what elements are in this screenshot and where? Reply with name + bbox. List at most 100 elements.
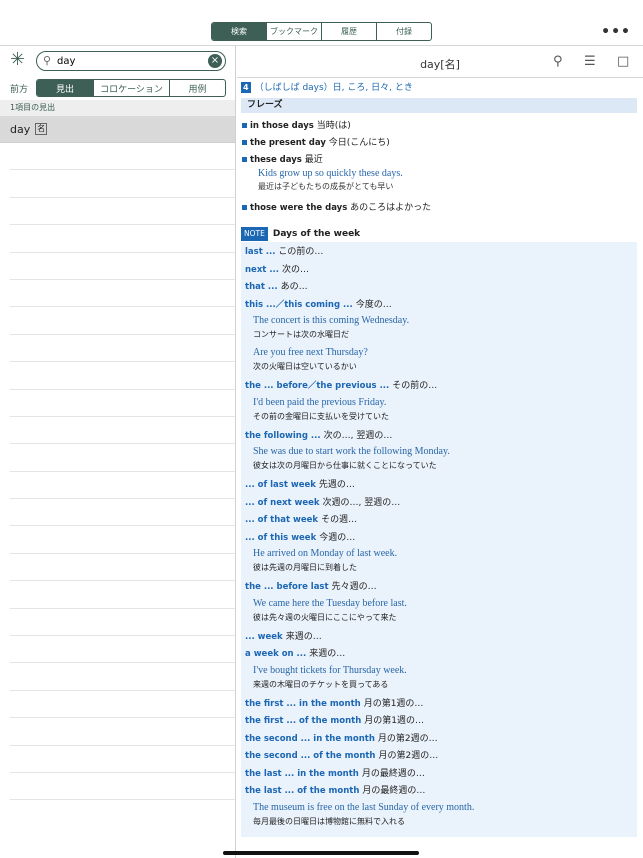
note-jp: 先々週の… [331, 582, 377, 592]
note-jp: 月の最終週の… [362, 786, 426, 796]
empty-row [10, 746, 235, 773]
note-item[interactable]: a week on ... 来週の… [245, 646, 633, 664]
note-example-jp: コンサートは次の水曜日だ [253, 330, 349, 339]
empty-row [10, 691, 235, 719]
note-key: ... of last week [245, 480, 316, 490]
mode-headword[interactable]: 見出 [37, 80, 93, 96]
top-bar: 検索 ブックマーク 履歴 付録 ••• [0, 0, 643, 46]
note-key: the second ... of the month [245, 751, 376, 761]
note-item[interactable]: next ... 次の… [245, 262, 633, 280]
note-jp: この前の… [278, 247, 324, 257]
note-item[interactable]: this ...／this coming ... 今度の… [245, 297, 633, 315]
entry-header: day[名] ⚲ ☰ □ [237, 46, 643, 78]
match-mode-label[interactable]: 前方 [10, 82, 28, 95]
note-item[interactable]: the last ... in the month 月の最終週の… [245, 766, 633, 784]
note-item[interactable]: the first ... in the month 月の第1週の… [245, 696, 633, 714]
note-jp: 先週の… [318, 480, 355, 490]
note-item[interactable]: that ... あの… [245, 279, 633, 297]
note-example-jp: 彼女は次の月曜日から仕事に就くことになっていた [253, 461, 437, 470]
phrase-item[interactable]: these days 最近 [242, 153, 637, 167]
note-example: We came here the Tuesday before last. 彼は先… [253, 597, 633, 624]
note-item[interactable]: the ... before／the previous ... その前の… [245, 378, 633, 396]
note-example: She was due to start work the following … [253, 445, 633, 472]
note-item[interactable]: the first ... of the month 月の第1週の… [245, 713, 633, 731]
empty-row [10, 554, 235, 582]
pos-badge: 名 [35, 123, 48, 135]
note-title: Days of the week [272, 229, 361, 239]
empty-row [10, 417, 235, 445]
note-example-en: She was due to start work the following … [253, 446, 450, 457]
bullet-icon [242, 205, 247, 210]
note-example: I'd been paid the previous Friday. その前の金曜… [253, 396, 633, 423]
clear-icon[interactable]: × [208, 54, 222, 68]
empty-row [10, 663, 235, 691]
phrase-jp: 当時(は) [316, 121, 351, 131]
note-example-en: The museum is free on the last Sunday of… [253, 801, 475, 813]
search-input[interactable] [57, 54, 207, 68]
home-indicator [223, 851, 419, 855]
mode-example[interactable]: 用例 [169, 80, 225, 96]
note-jp: 今度の… [355, 299, 392, 310]
mode-collocation[interactable]: コロケーション [93, 80, 169, 96]
tab-appendix[interactable]: 付録 [376, 23, 431, 40]
note-jp: 今週の… [319, 532, 356, 543]
empty-row [10, 198, 235, 226]
empty-row [10, 472, 235, 500]
note-example-en: I've bought tickets for Thursday week. [253, 664, 407, 676]
note-key: this ...／this coming ... [245, 299, 353, 310]
tab-bookmark[interactable]: ブックマーク [266, 23, 321, 40]
note-item[interactable]: ... of last week 先週の… [245, 477, 633, 495]
note-key: the following ... [245, 430, 321, 441]
phrase-header: フレーズ [241, 98, 637, 113]
note-example: I've bought tickets for Thursday week. 来週… [253, 664, 633, 691]
note-key: a week on ... [245, 649, 307, 659]
phrase-jp: あのころはよかった [350, 203, 432, 213]
result-item[interactable]: day 名 [0, 116, 235, 143]
search-row: ✳ ⚲ × [0, 46, 235, 76]
note-item[interactable]: ... week 来週の… [245, 629, 633, 647]
bookmark-icon[interactable]: □ [617, 54, 629, 69]
note-example: Are you free next Thursday? 次の火曜日は空いているかい [253, 346, 633, 373]
note-example: The concert is this coming Wednesday. コンサ… [253, 314, 633, 341]
phrase-item[interactable]: in those days 当時(は) [242, 119, 637, 133]
tab-search[interactable]: 検索 [212, 23, 266, 40]
note-item[interactable]: the last ... of the month 月の最終週の… [245, 783, 633, 801]
note-item[interactable]: the second ... in the month 月の第2週の… [245, 731, 633, 749]
note-item[interactable]: ... of next week 次週の…, 翌週の… [245, 495, 633, 513]
note-jp: 次週の…, 翌週の… [322, 497, 401, 508]
phrase-list: in those days 当時(は) the present day 今日(こん… [241, 119, 637, 215]
note-item[interactable]: the ... before last 先々週の… [245, 579, 633, 597]
empty-row [10, 609, 235, 637]
note-item[interactable]: the following ... 次の…, 翌週の… [245, 428, 633, 446]
phrase-item[interactable]: those were the days あのころはよかった [242, 201, 637, 215]
bullet-icon [242, 140, 247, 145]
result-word: day [10, 122, 31, 136]
note-example-en: Are you free next Thursday? [253, 347, 368, 358]
empty-row [10, 170, 235, 198]
empty-row [10, 499, 235, 527]
phrase-item[interactable]: the present day 今日(こんにち) [242, 136, 637, 150]
find-in-entry-icon[interactable]: ⚲ [553, 54, 563, 69]
note-key: next ... [245, 264, 280, 275]
note-jp: 来週の… [309, 649, 346, 659]
more-options-icon[interactable]: ••• [601, 24, 631, 40]
note-key: the first ... in the month [245, 698, 361, 709]
note-jp: あの… [280, 282, 308, 292]
note-jp: 次の…, 翌週の… [323, 430, 393, 441]
main-tab-control: 検索 ブックマーク 履歴 付録 [211, 22, 432, 41]
search-mode-control: 見出 コロケーション 用例 [36, 79, 226, 97]
note-item[interactable]: ... of this week 今週の… [245, 530, 633, 548]
note-item[interactable]: ... of that week その週… [245, 512, 633, 530]
note-example-jp: 彼は先々週の火曜日にここにやって来た [253, 612, 397, 622]
note-item[interactable]: the second ... of the month 月の第2週の… [245, 748, 633, 766]
tab-history[interactable]: 履歴 [321, 23, 376, 40]
note-item[interactable]: last ... この前の… [245, 244, 633, 262]
note-example-jp: 毎月最後の日曜日は博物館に無料で入れる [253, 816, 405, 826]
note-key: last ... [245, 247, 276, 257]
note-key: ... week [245, 631, 283, 642]
empty-row [10, 718, 235, 746]
menu-icon[interactable]: ☰ [584, 54, 596, 69]
search-box: ⚲ × [36, 51, 226, 71]
empty-row [10, 335, 235, 363]
asterisk-icon[interactable]: ✳ [10, 49, 25, 70]
